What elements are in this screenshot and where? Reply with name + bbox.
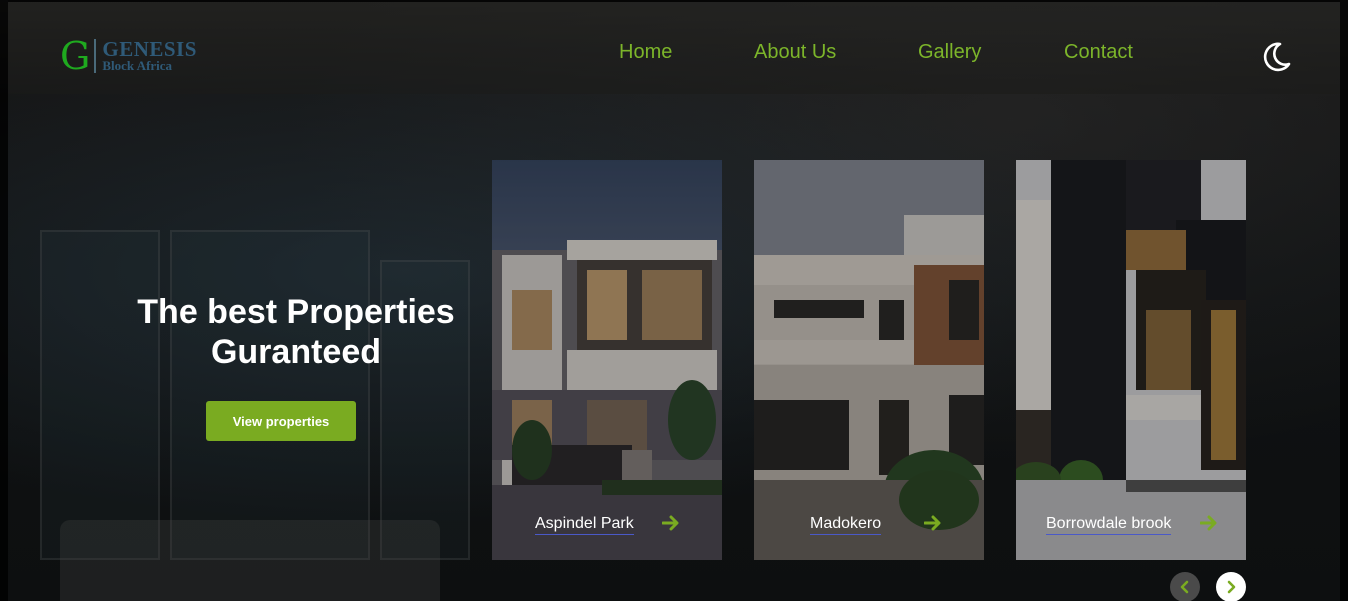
page-edge <box>0 0 8 601</box>
property-card[interactable]: Madokero <box>754 160 984 560</box>
card-overlay <box>492 160 722 560</box>
nav-home[interactable]: Home <box>619 40 672 64</box>
main-nav: Home About Us Gallery Contact <box>8 40 1340 64</box>
background-window <box>40 230 160 560</box>
moon-icon[interactable] <box>1259 40 1293 74</box>
card-footer: Borrowdale brook <box>1016 508 1246 540</box>
property-name[interactable]: Borrowdale brook <box>1046 514 1172 535</box>
nav-contact[interactable]: Contact <box>1064 40 1133 64</box>
hero-title-line1: The best Properties <box>137 293 455 331</box>
nav-about-us[interactable]: About Us <box>754 40 836 64</box>
view-properties-button[interactable]: View properties <box>206 401 356 441</box>
background-window <box>170 230 370 560</box>
card-footer: Madokero <box>754 508 984 540</box>
card-overlay <box>754 160 984 560</box>
chevron-left-icon <box>1180 580 1189 594</box>
property-card[interactable]: Borrowdale brook <box>1016 160 1246 560</box>
carousel-next-button[interactable] <box>1216 572 1246 601</box>
card-overlay <box>1016 160 1246 560</box>
hero-title-line2: Guranteed <box>210 333 382 371</box>
background-sofa <box>60 520 440 601</box>
site-header: G GENESIS Block Africa Home About Us Gal… <box>8 0 1340 94</box>
arrow-right-icon[interactable] <box>1200 515 1218 531</box>
property-card[interactable]: Aspindel Park <box>492 160 722 560</box>
arrow-right-icon[interactable] <box>924 515 942 531</box>
property-name[interactable]: Madokero <box>810 514 882 535</box>
chevron-right-icon <box>1227 580 1236 594</box>
carousel-prev-button[interactable] <box>1170 572 1200 601</box>
card-footer: Aspindel Park <box>492 508 722 540</box>
page-edge <box>1340 0 1348 601</box>
property-name[interactable]: Aspindel Park <box>535 514 634 535</box>
nav-gallery[interactable]: Gallery <box>918 40 981 64</box>
hero-title: The best Properties Guranteed <box>120 292 472 372</box>
arrow-right-icon[interactable] <box>662 515 680 531</box>
